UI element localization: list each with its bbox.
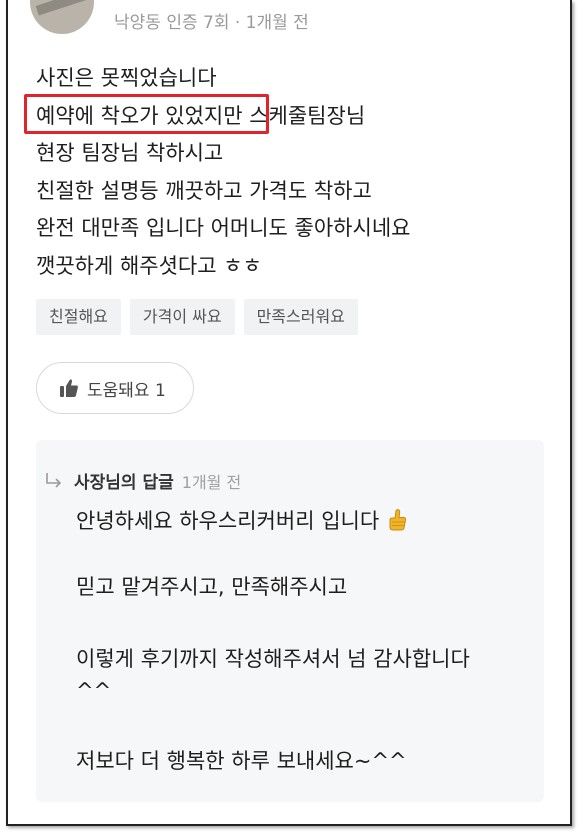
reply-paragraph: 이렇게 후기까지 작성해주셔서 넘 감사합니다 <box>76 647 470 671</box>
reply-paragraph: 안녕하세요 하우스리커버리 입니다 <box>76 504 408 538</box>
reply-time: 1개월 전 <box>181 472 242 492</box>
avatar[interactable] <box>30 0 94 34</box>
review-line: 깻끗하게 해주셧다고 ㅎㅎ <box>36 253 262 278</box>
highlight-annotation-box <box>24 94 269 134</box>
helpful-label: 도움돼요 1 <box>87 380 166 401</box>
owner-reply: 사장님의 답글 1개월 전 안녕하세요 하우스리커버리 입니다 믿고 맡겨주시고… <box>36 440 544 802</box>
reply-header: 사장님의 답글 1개월 전 <box>44 468 241 493</box>
reply-paragraph: 믿고 맡겨주시고, 만족해주시고 <box>76 575 348 599</box>
reply-arrow-icon <box>46 472 62 488</box>
reply-author: 사장님의 답글 <box>74 473 174 493</box>
review-line: 현장 팀장님 착하시고 <box>36 141 224 165</box>
tag-price[interactable]: 가격이 싸요 <box>129 299 235 335</box>
reply-text: 안녕하세요 하우스리커버리 입니다 <box>76 509 380 533</box>
reply-paragraph: ^^ <box>76 679 112 703</box>
reply-paragraph: 저보다 더 행복한 하루 보내세요~^^ <box>76 749 407 773</box>
review-line: 친절한 설명등 깨끗하고 가격도 착하고 <box>36 178 372 203</box>
tag-satisfied[interactable]: 만족스러워요 <box>243 299 358 335</box>
tag-kind[interactable]: 친절해요 <box>36 299 121 335</box>
keyword-tags: 친절해요 가격이 싸요 만족스러워요 <box>36 299 358 335</box>
helpful-button[interactable]: 도움돼요 1 <box>36 362 194 414</box>
thumbs-up-icon <box>60 379 78 397</box>
review-meta: 낙양동 인증 7회 · 1개월 전 <box>30 0 550 40</box>
review-line: 완전 대만족 입니다 어머니도 좋아하시네요 <box>36 216 411 240</box>
thumbs-up-emoji <box>389 509 406 531</box>
review-line: 사진은 못찍었습니다 <box>36 66 217 90</box>
review-meta-text: 낙양동 인증 7회 · 1개월 전 <box>114 13 309 33</box>
